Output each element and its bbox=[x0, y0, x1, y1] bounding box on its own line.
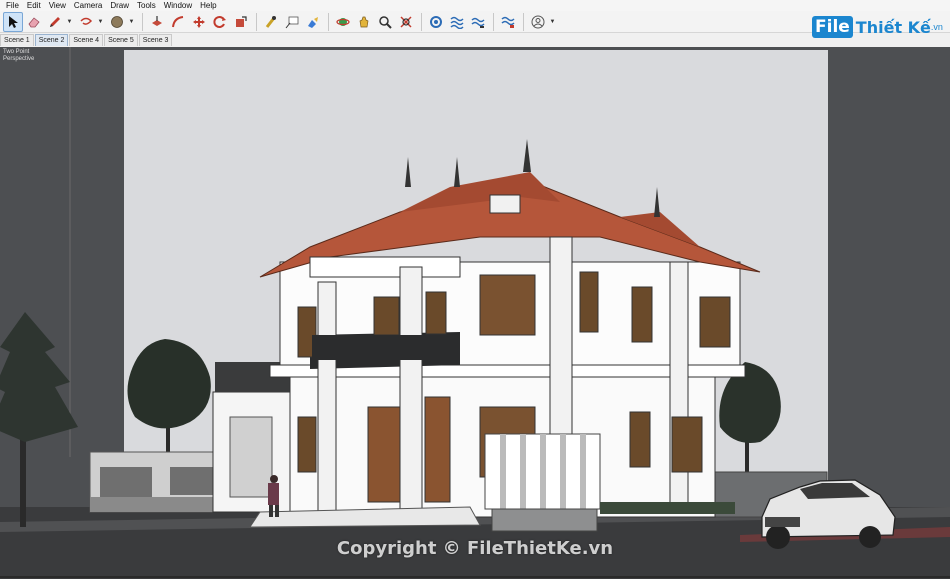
main-toolbar: ▼ ▼ ▼ ▼ bbox=[0, 11, 950, 33]
warehouse-icon bbox=[430, 15, 442, 28]
warehouse-tool-button[interactable] bbox=[426, 12, 446, 32]
toolbar-separator bbox=[523, 12, 524, 31]
menu-edit[interactable]: Edit bbox=[23, 0, 45, 11]
layers-tool-button[interactable] bbox=[468, 12, 488, 32]
follow-me-tool-button[interactable] bbox=[168, 12, 188, 32]
layers-icon bbox=[471, 17, 485, 28]
paint-bucket-tool-button[interactable] bbox=[107, 12, 127, 32]
camera-mode-label: Two Point Perspective bbox=[3, 49, 34, 63]
paint-bucket-dropdown-arrow[interactable]: ▼ bbox=[128, 12, 135, 32]
rotate-tool-button[interactable] bbox=[210, 12, 230, 32]
logo-domain-text: .vn bbox=[930, 22, 943, 32]
pan-icon bbox=[359, 16, 369, 27]
menu-camera[interactable]: Camera bbox=[70, 0, 106, 11]
select-icon bbox=[9, 15, 18, 28]
scale-icon bbox=[236, 15, 247, 27]
scene-tab-bar: Scene 1 Scene 2 Scene 4 Scene 5 Scene 3 bbox=[0, 34, 173, 46]
tab-scene-1[interactable]: Scene 1 bbox=[0, 34, 34, 46]
tab-scene-2[interactable]: Scene 2 bbox=[34, 34, 69, 46]
lasso-icon bbox=[80, 17, 93, 25]
logo-brand-text: Thiết Kế bbox=[855, 17, 931, 37]
paint-bucket-icon bbox=[111, 15, 123, 28]
eraser-tool-button[interactable] bbox=[24, 12, 44, 32]
toolbar-separator bbox=[421, 12, 422, 31]
copyright-watermark: Copyright © FileThietKe.vn bbox=[336, 538, 614, 559]
scale-tool-button[interactable] bbox=[231, 12, 251, 32]
camera-mode-line-1: Two Point bbox=[3, 49, 30, 55]
lasso-dropdown-arrow[interactable]: ▼ bbox=[97, 12, 104, 32]
fence-wall bbox=[89, 451, 223, 513]
move-icon bbox=[193, 15, 205, 28]
zoom-icon bbox=[379, 15, 392, 29]
account-dropdown-arrow[interactable]: ▼ bbox=[549, 12, 556, 32]
extension-tool-button[interactable] bbox=[447, 12, 467, 32]
menu-window[interactable]: Window bbox=[160, 0, 196, 11]
menu-view[interactable]: View bbox=[45, 0, 70, 11]
follow-me-icon bbox=[172, 15, 184, 27]
orbit-icon bbox=[336, 17, 350, 26]
menu-bar: File Edit View Camera Draw Tools Window … bbox=[0, 0, 950, 11]
text-tool-button[interactable] bbox=[282, 12, 302, 32]
pan-tool-button[interactable] bbox=[354, 12, 374, 32]
tab-scene-5[interactable]: Scene 5 bbox=[104, 34, 138, 46]
toolbar-separator bbox=[256, 12, 257, 31]
pencil-tool-button[interactable] bbox=[45, 12, 65, 32]
styles-tool-button[interactable] bbox=[498, 12, 518, 32]
eraser-icon bbox=[28, 16, 40, 27]
zoom-extents-tool-button[interactable] bbox=[396, 12, 416, 32]
pencil-dropdown-arrow[interactable]: ▼ bbox=[66, 12, 73, 32]
tab-scene-4[interactable]: Scene 4 bbox=[69, 34, 104, 46]
lasso-tool-button[interactable] bbox=[76, 12, 96, 32]
paint-icon bbox=[308, 16, 318, 28]
menu-file[interactable]: File bbox=[2, 0, 23, 11]
zoom-extents-icon bbox=[400, 15, 412, 28]
pencil-icon bbox=[50, 16, 60, 27]
zoom-tool-button[interactable] bbox=[375, 12, 395, 32]
logo-file-text: File bbox=[812, 16, 853, 38]
tape-measure-icon bbox=[265, 15, 276, 28]
orbit-tool-button[interactable] bbox=[333, 12, 353, 32]
filethietke-logo: File Thiết Kế .vn bbox=[812, 13, 943, 41]
toolbar-separator bbox=[328, 12, 329, 31]
tape-measure-tool-button[interactable] bbox=[261, 12, 281, 32]
model-viewport[interactable]: Two Point Perspective Copyright © FileTh… bbox=[0, 47, 950, 579]
toolbar-separator bbox=[493, 12, 494, 31]
sketchup-window: File Edit View Camera Draw Tools Window … bbox=[0, 0, 950, 579]
camera-mode-line-2: Perspective bbox=[3, 56, 35, 62]
tab-scene-3[interactable]: Scene 3 bbox=[138, 34, 173, 46]
move-tool-button[interactable] bbox=[189, 12, 209, 32]
account-icon bbox=[531, 15, 545, 28]
paint-tool-button[interactable] bbox=[303, 12, 323, 32]
text-icon bbox=[285, 16, 299, 28]
push-pull-tool-button[interactable] bbox=[147, 12, 167, 32]
menu-draw[interactable]: Draw bbox=[106, 0, 133, 11]
menu-tools[interactable]: Tools bbox=[133, 0, 160, 11]
toolbar-separator bbox=[142, 12, 143, 31]
menu-help[interactable]: Help bbox=[196, 0, 220, 11]
extension-icon bbox=[450, 16, 464, 29]
rotate-icon bbox=[213, 15, 226, 28]
account-button[interactable] bbox=[528, 12, 548, 32]
styles-icon bbox=[501, 16, 515, 28]
rendered-house-scene bbox=[0, 47, 950, 579]
push-pull-icon bbox=[152, 15, 162, 26]
select-tool-button[interactable] bbox=[3, 11, 23, 32]
